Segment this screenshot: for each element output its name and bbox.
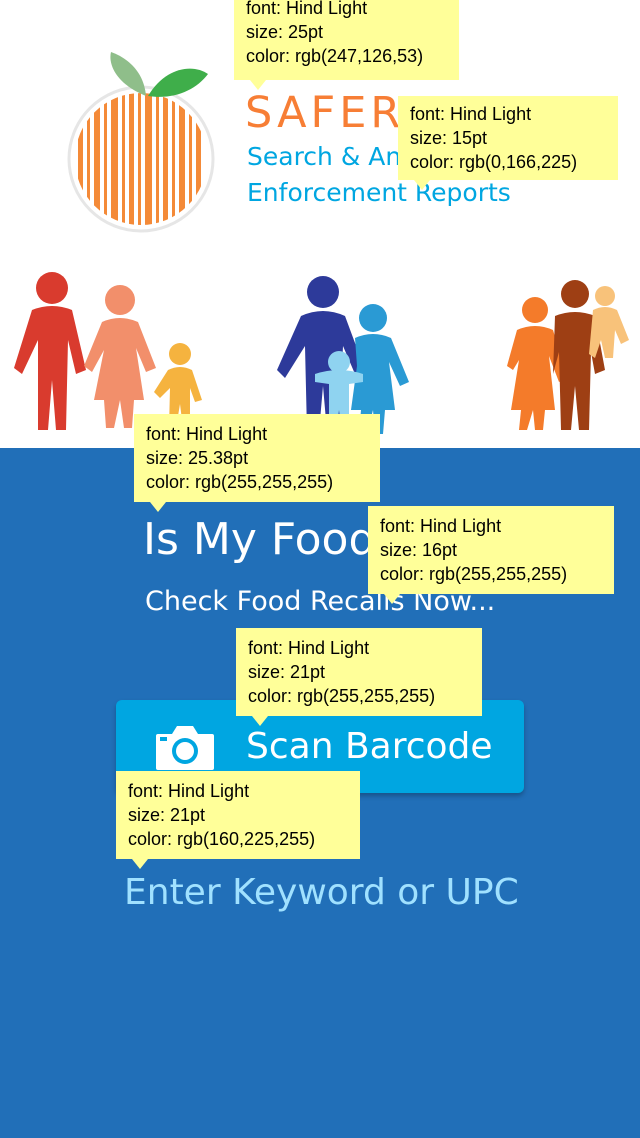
font-annotation-keyword-input: font: Hind Light size: 21pt color: rgb(1… xyxy=(116,771,360,869)
annotation-color: color: rgb(255,255,255) xyxy=(248,686,436,706)
annotation-font: font: Hind Light xyxy=(246,0,368,18)
annotation-size: size: 15pt xyxy=(410,128,488,148)
scan-barcode-label: Scan Barcode xyxy=(246,726,493,767)
annotation-color: color: rgb(247,126,53) xyxy=(246,46,424,66)
annotation-color: color: rgb(255,255,255) xyxy=(380,564,568,584)
family-illustration-right xyxy=(507,280,629,430)
hero-headline: Is My Food xyxy=(143,514,377,565)
annotation-color: color: rgb(0,166,225) xyxy=(410,152,578,172)
orange-barcode-logo xyxy=(67,52,215,233)
font-annotation-scan-button: font: Hind Light size: 21pt color: rgb(2… xyxy=(236,628,482,726)
annotation-size: size: 21pt xyxy=(128,805,206,825)
annotation-font: font: Hind Light xyxy=(248,638,370,658)
camera-icon xyxy=(156,726,214,770)
annotation-font: font: Hind Light xyxy=(410,104,532,124)
annotation-color: color: rgb(160,225,255) xyxy=(128,829,316,849)
annotation-font: font: Hind Light xyxy=(380,516,502,536)
font-annotation-headline: font: Hind Light size: 25.38pt color: rg… xyxy=(134,414,380,512)
annotation-font: font: Hind Light xyxy=(128,781,250,801)
annotation-size: size: 25pt xyxy=(246,22,324,42)
keyword-search-input[interactable] xyxy=(120,864,568,920)
annotation-font: font: Hind Light xyxy=(146,424,268,444)
font-annotation-brand-title: font: Hind Light size: 25pt color: rgb(2… xyxy=(234,0,459,90)
annotation-size: size: 16pt xyxy=(380,540,458,560)
font-annotation-subline: font: Hind Light size: 16pt color: rgb(2… xyxy=(368,506,614,604)
font-annotation-brand-subtitle: font: Hind Light size: 15pt color: rgb(0… xyxy=(398,96,618,190)
brand-title: SAFER xyxy=(245,88,405,138)
annotation-size: size: 21pt xyxy=(248,662,326,682)
annotation-size: size: 25.38pt xyxy=(146,448,249,468)
annotation-color: color: rgb(255,255,255) xyxy=(146,472,334,492)
